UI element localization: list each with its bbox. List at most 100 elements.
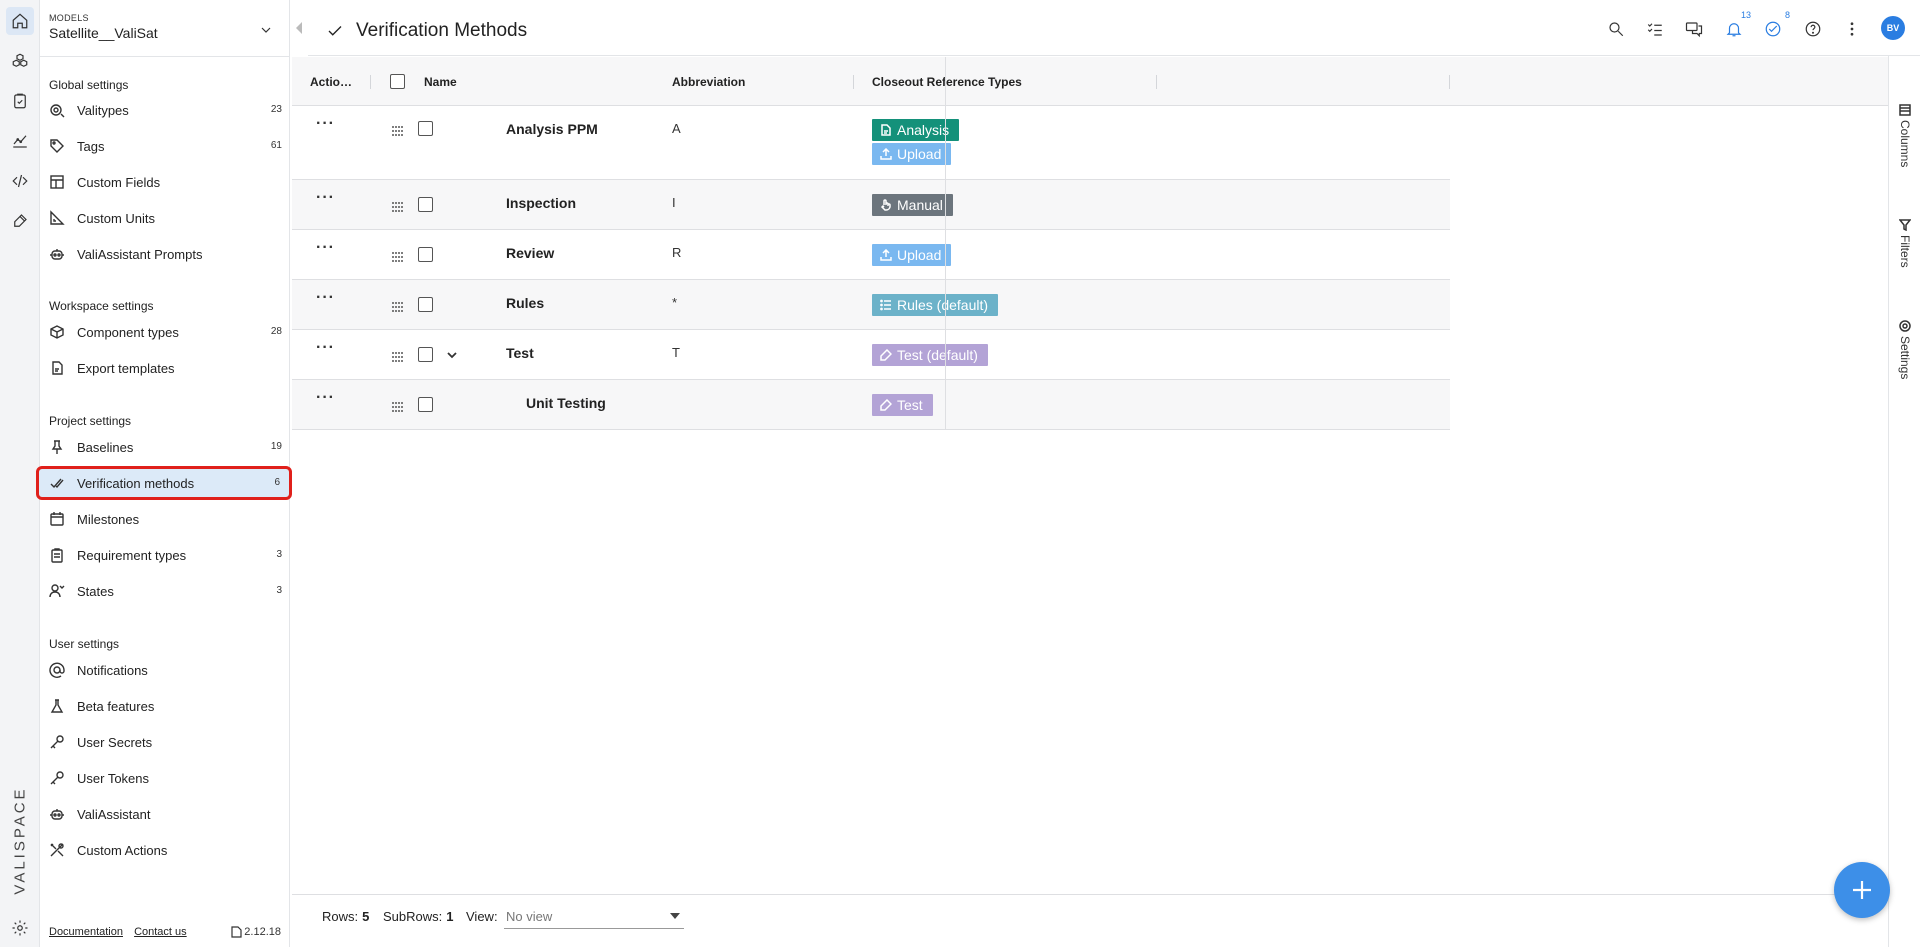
row-checkbox[interactable] (418, 397, 433, 412)
subrows-count: SubRows: 1 (383, 909, 453, 924)
avatar[interactable]: BV (1881, 16, 1905, 40)
documentation-link[interactable]: Documentation (49, 926, 123, 938)
sidebar-item-export-templates[interactable]: Export templates (40, 354, 290, 382)
row-actions-menu[interactable]: ··· (316, 189, 335, 207)
scripting-icon[interactable] (6, 167, 34, 195)
drag-handle-icon[interactable] (392, 250, 404, 262)
sidebar-item-baselines[interactable]: Baselines 19 (40, 433, 290, 461)
chevron-down-icon[interactable] (258, 22, 274, 38)
sidebar-item-label: User Tokens (77, 771, 150, 786)
tests-icon[interactable] (6, 207, 34, 235)
table-row[interactable]: ··· Inspection I Manual (292, 180, 1450, 230)
sidebar-item-valiassistant-prompts[interactable]: ValiAssistant Prompts (40, 240, 290, 268)
sidebar-item-label: Requirement types (77, 548, 187, 563)
table-row[interactable]: ··· Review R Upload (292, 230, 1450, 280)
drag-handle-icon[interactable] (392, 300, 404, 312)
model-selector[interactable]: MODELS Satellite__ValiSat (48, 8, 282, 52)
more-vertical-icon[interactable] (1841, 18, 1863, 40)
bell-icon[interactable]: 13 (1723, 10, 1751, 40)
key-icon (49, 734, 65, 750)
components-icon[interactable] (6, 47, 34, 75)
row-checkbox[interactable] (418, 347, 433, 362)
settings-icon[interactable] (6, 914, 34, 942)
row-actions-menu[interactable]: ··· (316, 389, 335, 407)
row-name: Unit Testing (526, 395, 606, 411)
user-state-icon (49, 583, 65, 599)
drag-handle-icon[interactable] (392, 200, 404, 212)
sidebar-item-component-types[interactable]: Component types 28 (40, 318, 290, 346)
sidebar-item-count: 19 (270, 441, 282, 452)
sidebar-item-custom-units[interactable]: Custom Units (40, 204, 290, 232)
row-name: Analysis PPM (506, 121, 598, 137)
row-checkbox[interactable] (418, 297, 433, 312)
select-all-checkbox[interactable] (390, 74, 405, 89)
view-select[interactable]: No view (504, 901, 684, 929)
column-separator[interactable] (1156, 75, 1157, 89)
drag-handle-icon[interactable] (392, 124, 404, 136)
tag-label: Test (897, 397, 923, 413)
sidebar-item-states[interactable]: States 3 (40, 577, 290, 605)
add-verification-method-button[interactable] (1834, 862, 1890, 918)
requirements-icon[interactable] (6, 87, 34, 115)
tasks-check-icon[interactable]: 8 (1762, 10, 1790, 40)
valispace-logo: VALISPACE (11, 785, 29, 895)
sidebar-item-custom-fields[interactable]: Custom Fields (40, 168, 290, 196)
sidebar-item-beta-features[interactable]: Beta features (40, 692, 290, 720)
drag-handle-icon[interactable] (392, 350, 404, 362)
row-name: Inspection (506, 195, 577, 211)
sidebar-item-valitypes[interactable]: Valitypes 23 (40, 96, 290, 124)
row-actions-menu[interactable]: ··· (316, 289, 335, 307)
sidebar-collapse-handle[interactable] (290, 0, 308, 56)
row-checkbox[interactable] (418, 247, 433, 262)
check-icon (328, 26, 342, 36)
column-header-actions[interactable]: Actio… (310, 75, 352, 89)
home-icon[interactable] (6, 7, 34, 35)
sidebar-item-notifications[interactable]: Notifications (40, 656, 290, 684)
sidebar-item-milestones[interactable]: Milestones (40, 505, 290, 533)
chat-icon[interactable] (1683, 18, 1705, 40)
table-row[interactable]: ··· Unit Testing Test (292, 380, 1450, 430)
analyses-icon[interactable] (6, 127, 34, 155)
sidebar-item-label: Custom Units (77, 211, 156, 226)
sidebar-item-tags[interactable]: Tags 61 (40, 132, 290, 160)
sidebar-item-user-secrets[interactable]: User Secrets (40, 728, 290, 756)
tab-filters[interactable]: Filters (1895, 219, 1915, 268)
sidebar-item-requirement-types[interactable]: Requirement types 3 (40, 541, 290, 569)
closeout-tag-analysis: Analysis (872, 119, 960, 141)
row-actions-menu[interactable]: ··· (316, 339, 335, 357)
row-checkbox[interactable] (418, 121, 433, 136)
search-icon[interactable] (1605, 18, 1627, 40)
row-actions-menu[interactable]: ··· (316, 239, 335, 257)
row-name: Review (506, 245, 555, 261)
checklist-icon[interactable] (1644, 18, 1666, 40)
tab-settings[interactable]: Settings (1895, 320, 1915, 379)
sidebar-item-label: Valitypes (77, 103, 129, 118)
closeout-tag-manual: Manual (872, 194, 953, 216)
column-header-name[interactable]: Name (424, 75, 457, 89)
column-separator[interactable] (1449, 75, 1450, 89)
sidebar-item-verification-methods[interactable]: Verification methods 6 (36, 466, 292, 500)
hand-icon (880, 199, 891, 211)
sidebar-item-custom-actions[interactable]: Custom Actions (40, 836, 290, 864)
column-separator[interactable] (853, 75, 854, 89)
tag-icon (49, 138, 65, 154)
table-row[interactable]: ··· Rules * Rules (default) (292, 280, 1450, 330)
table-row[interactable]: ··· Analysis PPM A Analysis Upload (292, 106, 1450, 180)
flask-icon (49, 698, 65, 714)
drag-handle-icon[interactable] (392, 400, 404, 412)
row-actions-menu[interactable]: ··· (316, 115, 335, 133)
column-header-abbreviation[interactable]: Abbreviation (672, 75, 745, 89)
contact-us-link[interactable]: Contact us (134, 926, 187, 938)
row-checkbox[interactable] (418, 197, 433, 212)
column-header-closeout-reference-types[interactable]: Closeout Reference Types (872, 75, 1022, 89)
chevron-down-icon[interactable] (446, 349, 458, 361)
column-separator[interactable] (370, 75, 371, 89)
sidebar-item-user-tokens[interactable]: User Tokens (40, 764, 290, 792)
valitypes-icon (49, 102, 65, 118)
sidebar-item-valiassistant[interactable]: ValiAssistant (40, 800, 290, 828)
table-row[interactable]: ··· Test T Test (default) (292, 330, 1450, 380)
tab-columns[interactable]: Columns (1895, 104, 1915, 167)
row-abbreviation: I (672, 195, 676, 210)
box-icon (49, 324, 65, 340)
help-icon[interactable] (1802, 18, 1824, 40)
